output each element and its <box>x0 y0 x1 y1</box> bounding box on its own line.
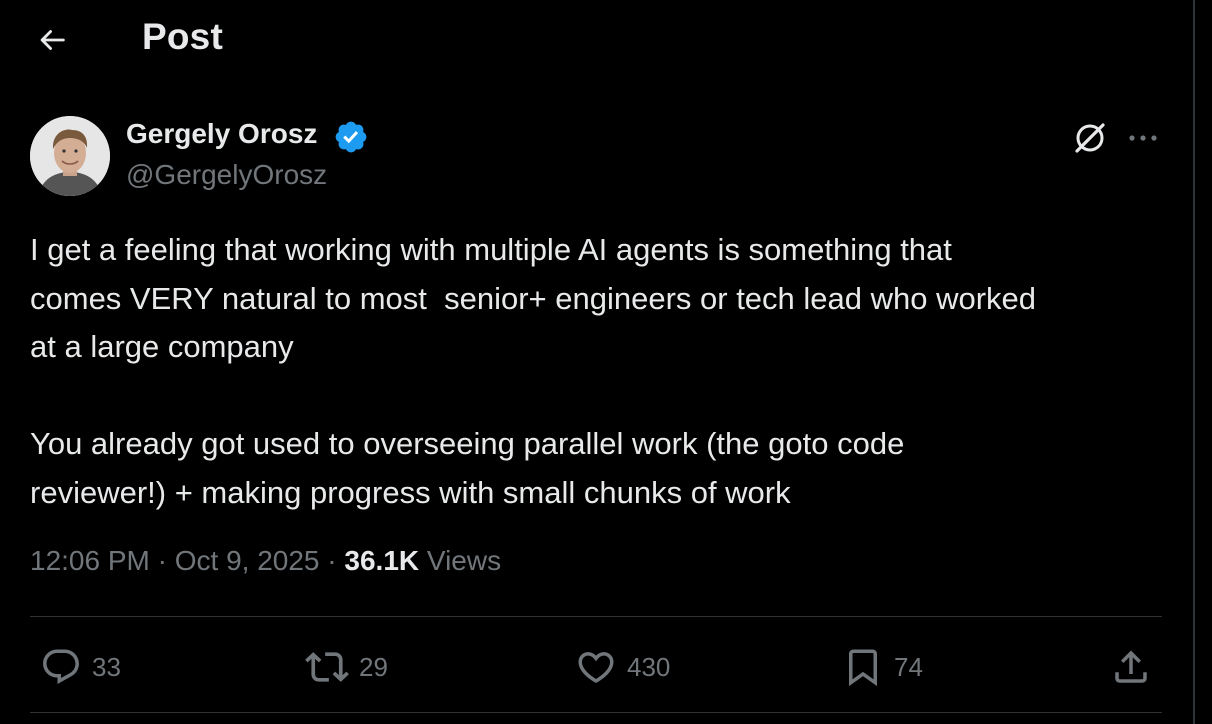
post-time[interactable]: 12:06 PM <box>30 545 150 576</box>
author-name[interactable]: Gergely Orosz <box>126 118 317 150</box>
views-label: Views <box>419 545 502 576</box>
reply-icon <box>43 649 79 684</box>
avatar-image <box>30 116 110 196</box>
tweet-line: reviewer!) + making progress with small … <box>30 474 791 510</box>
divider <box>30 712 1162 713</box>
back-button[interactable] <box>30 18 74 62</box>
reply-button[interactable]: 33 <box>40 644 121 690</box>
bookmark-icon <box>849 649 877 687</box>
tweet-line: comes VERY natural to most senior+ engin… <box>30 280 1037 316</box>
reply-count: 33 <box>92 651 121 682</box>
page-title: Post <box>142 16 223 57</box>
tweet-line: at a large company <box>30 329 294 364</box>
grok-button[interactable] <box>1068 116 1112 160</box>
verified-badge-icon <box>335 121 367 153</box>
repost-button[interactable]: 29 <box>305 644 388 690</box>
post-header: Post <box>0 0 1193 80</box>
divider <box>30 616 1162 617</box>
tweet-meta: 12:06 PM · Oct 9, 2025 · 36.1K Views <box>30 545 501 577</box>
share-icon <box>1115 650 1147 683</box>
bookmark-count: 74 <box>894 651 923 682</box>
post-date[interactable]: Oct 9, 2025 <box>175 545 320 576</box>
grok-icon <box>1075 123 1105 153</box>
arrow-left-icon <box>40 30 65 50</box>
views-count[interactable]: 36.1K <box>344 545 419 576</box>
more-options-button[interactable] <box>1121 116 1165 160</box>
like-count: 430 <box>627 651 671 682</box>
author-avatar[interactable] <box>30 116 110 196</box>
repost-count: 29 <box>359 651 388 682</box>
heart-icon <box>578 652 614 684</box>
repost-icon <box>305 652 349 682</box>
more-dots-icon <box>1129 135 1157 141</box>
tweet-line: I get a feeling that working with multip… <box>30 232 952 267</box>
bookmark-button[interactable]: 74 <box>842 644 923 690</box>
tweet-line: You already got used to overseeing paral… <box>30 426 905 461</box>
column-border <box>1193 0 1195 724</box>
share-button[interactable] <box>1110 644 1152 690</box>
like-button[interactable]: 430 <box>575 644 670 690</box>
tweet-text: I get a feeling that working with multip… <box>30 226 1180 517</box>
author-handle[interactable]: @GergelyOrosz <box>126 159 327 191</box>
meta-separator: · <box>319 545 345 576</box>
meta-separator: · <box>149 545 175 576</box>
